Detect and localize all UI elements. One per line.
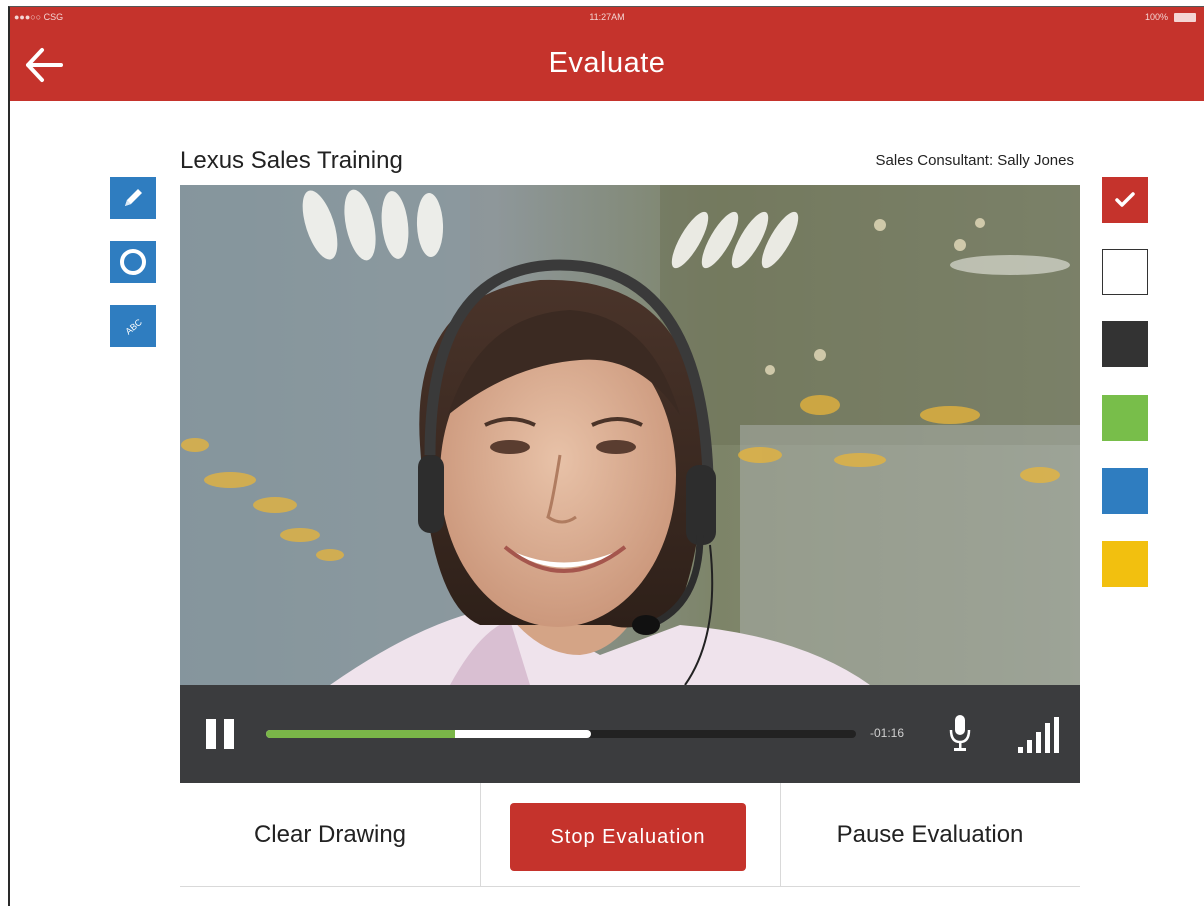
battery-percent: 100% [1144, 12, 1168, 22]
clear-drawing-button[interactable]: Clear Drawing [180, 783, 480, 886]
pause-button[interactable] [206, 719, 234, 749]
video-controls: -01:16 [180, 685, 1080, 783]
checkmark-icon [1115, 192, 1135, 207]
played-bar [266, 730, 455, 738]
color-swatch-black[interactable] [1102, 321, 1148, 367]
microphone-button[interactable] [948, 713, 972, 753]
signal-bars-icon [1018, 717, 1059, 753]
pencil-icon [125, 189, 142, 206]
video-still-image [180, 185, 1080, 685]
app-frame: ●●●○○ CSG 11:27AM 100% Evaluate Lexus Sa… [8, 6, 1204, 906]
battery-icon [1174, 12, 1196, 22]
progress-track[interactable] [266, 730, 856, 738]
text-tool-button[interactable]: ABC [110, 305, 156, 347]
pause-icon [206, 719, 216, 749]
color-swatch-white[interactable] [1102, 249, 1148, 295]
status-time: 11:27AM [589, 12, 625, 22]
color-swatch-yellow[interactable] [1102, 541, 1148, 587]
signal-button[interactable] [1016, 715, 1060, 755]
battery-status: 100% [1145, 12, 1196, 22]
session-title: Lexus Sales Training [180, 147, 403, 174]
text-abc-icon: ABC [123, 317, 144, 337]
consultant-label: Sales Consultant: Sally Jones [875, 152, 1074, 169]
evaluation-actions: Clear Drawing Stop Evaluation Pause Eval… [180, 783, 1080, 887]
color-swatch-green[interactable] [1102, 395, 1148, 441]
pause-evaluation-button[interactable]: Pause Evaluation [780, 783, 1080, 886]
pencil-tool-button[interactable] [110, 177, 156, 219]
circle-tool-button[interactable] [110, 241, 156, 283]
time-remaining: -01:16 [870, 726, 905, 740]
top-bar: ●●●○○ CSG 11:27AM 100% Evaluate [10, 7, 1204, 101]
svg-text:ABC: ABC [123, 317, 144, 337]
color-swatch-blue[interactable] [1102, 468, 1148, 514]
video-frame[interactable] [180, 185, 1080, 685]
circle-icon [120, 249, 146, 275]
pause-icon-bar [224, 719, 234, 749]
color-swatch-red[interactable] [1102, 177, 1148, 223]
microphone-icon [949, 715, 971, 751]
action-divider [480, 783, 481, 886]
page-header-title: Evaluate [548, 47, 666, 79]
status-bar: ●●●○○ CSG 11:27AM 100% [10, 7, 1204, 29]
stop-evaluation-button[interactable]: Stop Evaluation [510, 803, 746, 871]
